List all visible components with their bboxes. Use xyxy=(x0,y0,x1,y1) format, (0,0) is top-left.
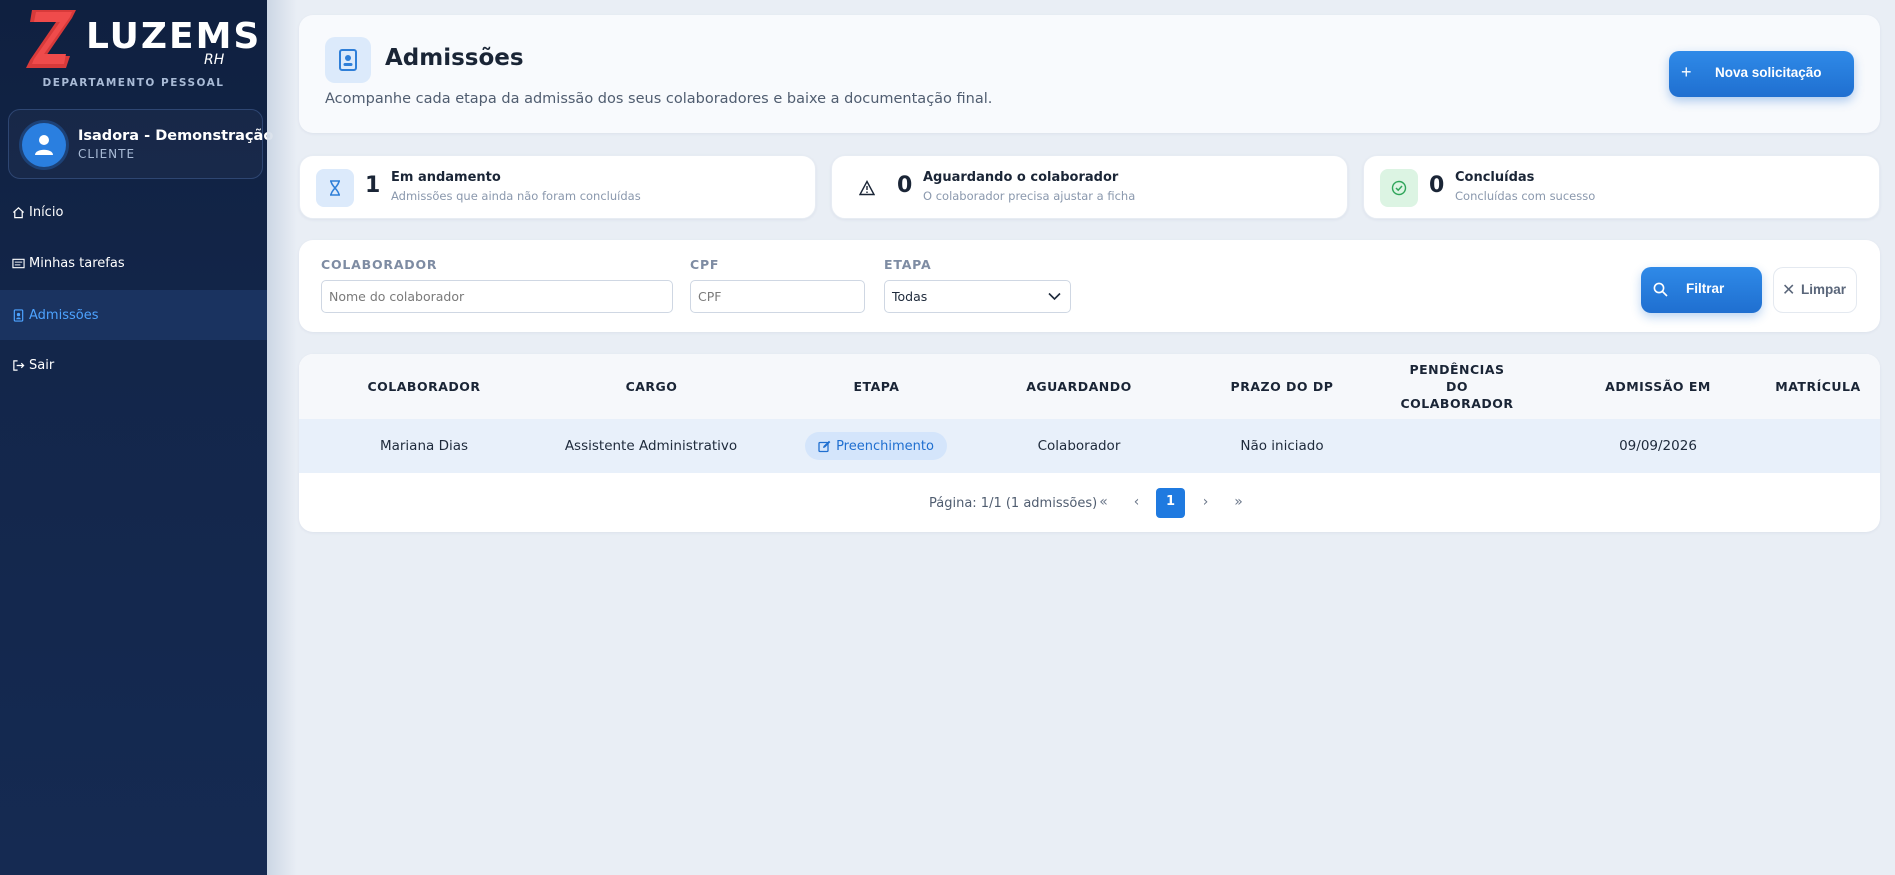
user-name: Isadora - Demonstração xyxy=(78,128,274,144)
pagination-summary: Página: 1/1 (1 admissões) xyxy=(929,496,1098,511)
warning-icon xyxy=(848,169,886,207)
stat-card-concluidas: 0 Concluídas Concluídas com sucesso xyxy=(1363,155,1880,219)
sidebar-item-label: Sair xyxy=(29,357,55,373)
hourglass-icon xyxy=(316,169,354,207)
sidebar-item-label: Admissões xyxy=(29,307,99,323)
page-title: Admissões xyxy=(385,45,524,71)
logo-text: LUZEMS xyxy=(86,16,262,57)
cell-matricula xyxy=(1765,419,1871,473)
user-card[interactable]: Isadora - Demonstração CLIENTE xyxy=(8,109,273,179)
prev-page-button[interactable]: ‹ xyxy=(1122,488,1151,518)
table-header: COLABORADOR CARGO ETAPA AGUARDANDO PRAZO… xyxy=(299,354,1880,419)
column-header: CARGO xyxy=(625,379,678,394)
column-header: PRAZO DO DP xyxy=(1230,379,1334,394)
luzems-logo[interactable]: LUZEMS RH xyxy=(26,8,259,68)
filter-panel: COLABORADOR Nome do colaborador CPF CPF … xyxy=(299,240,1880,332)
stat-card-aguardando: 0 Aguardando o colaborador O colaborador… xyxy=(831,155,1348,219)
cell-cargo: Assistente Administrativo xyxy=(564,438,738,454)
cell-admissao: 09/09/2026 xyxy=(1619,438,1697,454)
admissions-icon xyxy=(325,37,371,83)
colaborador-input[interactable]: Nome do colaborador xyxy=(321,280,673,313)
sidebar-item-label: Minhas tarefas xyxy=(29,255,125,271)
user-role: CLIENTE xyxy=(78,147,136,161)
stat-description: O colaborador precisa ajustar a ficha xyxy=(923,189,1136,203)
colaborador-label: COLABORADOR xyxy=(321,257,438,272)
page-subtitle: Acompanhe cada etapa da admissão dos seu… xyxy=(325,91,993,107)
status-badge-label: Preenchimento xyxy=(836,438,934,454)
stat-title: Concluídas xyxy=(1455,170,1535,185)
edit-icon xyxy=(818,440,831,452)
cell-aguardando: Colaborador xyxy=(1037,438,1121,454)
last-page-button[interactable]: » xyxy=(1224,488,1253,518)
badge-icon xyxy=(13,308,24,322)
table-row[interactable]: Mariana Dias Assistente Administrativo P… xyxy=(299,419,1880,473)
column-header: MATRÍCULA xyxy=(1775,379,1861,394)
pagination: Página: 1/1 (1 admissões) « ‹ 1 › » xyxy=(299,487,1880,518)
sidebar-item-sair[interactable]: Sair xyxy=(0,340,267,390)
cell-colaborador: Mariana Dias xyxy=(379,438,469,454)
admissions-table: COLABORADOR CARGO ETAPA AGUARDANDO PRAZO… xyxy=(299,354,1880,532)
search-icon xyxy=(1653,282,1668,297)
column-header: AGUARDANDO xyxy=(1026,379,1132,394)
avatar xyxy=(22,123,66,167)
column-header: COLABORADOR xyxy=(367,379,481,394)
stat-card-em-andamento: 1 Em andamento Admissões que ainda não f… xyxy=(299,155,816,219)
home-icon xyxy=(12,206,25,218)
tasks-icon xyxy=(12,258,25,268)
sidebar-shadow xyxy=(267,0,297,875)
filter-label: Filtrar xyxy=(1686,281,1725,296)
user-icon xyxy=(35,135,53,155)
cpf-label: CPF xyxy=(690,257,720,272)
cpf-input[interactable]: CPF xyxy=(690,280,865,313)
sidebar-item-label: Início xyxy=(29,204,64,220)
etapa-select[interactable]: Todas xyxy=(884,280,1071,313)
stat-value: 0 xyxy=(1429,173,1445,198)
cell-prazo: Não iniciado xyxy=(1240,438,1324,454)
column-header: PENDÊNCIAS DO COLABORADOR xyxy=(1400,362,1514,411)
stat-description: Concluídas com sucesso xyxy=(1455,189,1596,203)
etapa-select-value: Todas xyxy=(892,289,928,304)
new-request-label: Nova solicitação xyxy=(1715,65,1822,80)
clear-button[interactable]: ✕ Limpar xyxy=(1773,267,1857,313)
department-label: DEPARTAMENTO PESSOAL xyxy=(42,77,225,89)
logo-rh: RH xyxy=(204,52,225,68)
next-page-button[interactable]: › xyxy=(1191,488,1220,518)
close-icon: ✕ xyxy=(1782,282,1796,299)
new-request-button[interactable]: + Nova solicitação xyxy=(1669,51,1854,97)
stat-title: Aguardando o colaborador xyxy=(923,170,1119,185)
column-header: ETAPA xyxy=(853,379,900,394)
plus-icon: + xyxy=(1681,62,1692,82)
sidebar-item-inicio[interactable]: Início xyxy=(0,187,267,237)
cell-etapa: Preenchimento xyxy=(796,419,956,473)
stat-title: Em andamento xyxy=(391,170,501,185)
etapa-label: ETAPA xyxy=(884,257,932,272)
chevron-down-icon xyxy=(1048,292,1061,301)
stat-value: 0 xyxy=(897,173,913,198)
column-header: ADMISSÃO EM xyxy=(1605,379,1711,394)
clear-label: Limpar xyxy=(1801,282,1847,297)
stat-value: 1 xyxy=(365,173,381,198)
stat-description: Admissões que ainda não foram concluídas xyxy=(391,189,641,203)
filter-button[interactable]: Filtrar xyxy=(1641,267,1762,313)
page-number-button[interactable]: 1 xyxy=(1156,488,1185,518)
logo-z-mark xyxy=(26,10,76,68)
cell-pendencias xyxy=(1399,419,1515,473)
sidebar-item-minhas-tarefas[interactable]: Minhas tarefas xyxy=(0,238,267,288)
sidebar: LUZEMS RH DEPARTAMENTO PESSOAL Isadora -… xyxy=(0,0,273,875)
first-page-button[interactable]: « xyxy=(1089,488,1118,518)
page-header: Admissões Acompanhe cada etapa da admiss… xyxy=(299,15,1880,133)
check-circle-icon xyxy=(1380,169,1418,207)
logout-icon xyxy=(13,359,25,371)
status-badge[interactable]: Preenchimento xyxy=(805,432,947,460)
sidebar-item-admissoes[interactable]: Admissões xyxy=(0,290,267,340)
